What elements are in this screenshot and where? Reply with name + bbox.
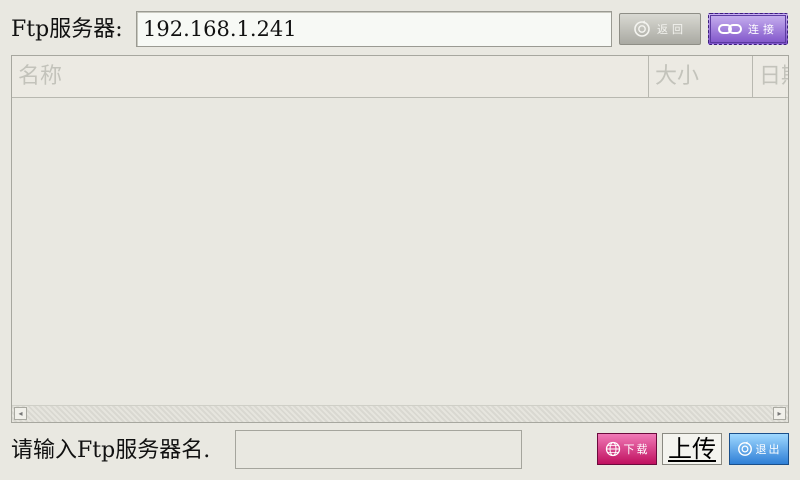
triangle-right-icon[interactable]: ▸ [773,407,786,420]
server-label: Ftp服务器: [11,17,123,42]
upload-button[interactable]: 上传 [662,433,722,465]
globe-icon [605,441,620,457]
connect-button-label: 连接 [748,23,778,36]
column-header-name[interactable]: 名称 [12,56,649,97]
back-button-label: 返回 [657,23,687,36]
file-list-view[interactable]: 名称 大小 日期 ◂ ▸ [11,55,789,423]
download-button-label: 下载 [623,443,650,456]
exit-button-label: 退出 [755,443,782,456]
chain-link-icon [718,24,742,34]
connect-button[interactable]: 连接 [708,13,788,45]
refresh-arrow-icon [634,20,650,37]
horizontal-scrollbar[interactable]: ◂ ▸ [12,405,788,422]
column-header-date[interactable]: 日期 [753,56,788,97]
exit-button[interactable]: 退出 [729,433,789,465]
list-header: 名称 大小 日期 [12,56,788,98]
download-button[interactable]: 下载 [597,433,657,465]
server-address-input[interactable] [136,11,612,47]
triangle-left-icon[interactable]: ◂ [14,407,27,420]
back-button[interactable]: 返回 [619,13,701,45]
server-name-prompt: 请输入Ftp服务器名. [11,438,211,463]
refresh-arrow-icon [737,441,752,456]
server-name-input[interactable] [235,430,522,469]
column-header-size[interactable]: 大小 [649,56,753,97]
